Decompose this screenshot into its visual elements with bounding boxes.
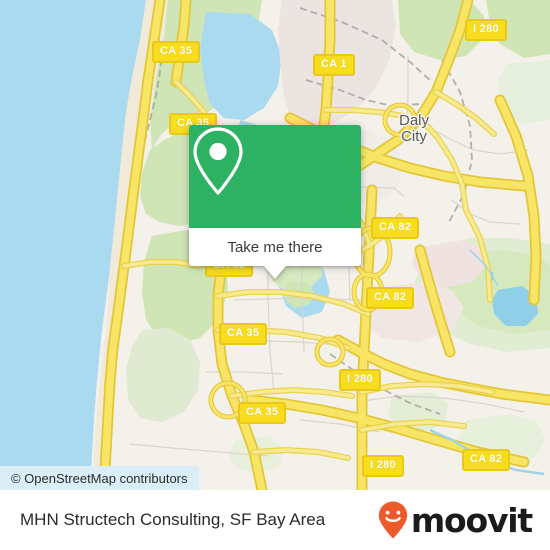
footer-bar: MHN Structech Consulting, SF Bay Area mo… xyxy=(0,490,550,550)
road-shield: CA 35 xyxy=(238,402,287,424)
place-label-line: City xyxy=(401,128,427,145)
map-canvas[interactable]: CA 35CA 1I 280CA 35CA 82CA 35CA 82CA 35I… xyxy=(0,0,550,490)
road-shield: CA 82 xyxy=(462,449,511,471)
location-title: MHN Structech Consulting, SF Bay Area xyxy=(20,510,326,529)
take-me-there-label: Take me there xyxy=(227,238,323,256)
road-shield: CA 35 xyxy=(219,323,268,345)
popup-tail xyxy=(264,266,286,279)
moovit-smiley-pin-icon xyxy=(378,501,408,539)
moovit-wordmark: moovit xyxy=(410,500,533,540)
place-label-line: Daly xyxy=(398,112,429,129)
take-me-there-button[interactable]: Take me there xyxy=(189,228,361,279)
moovit-logo[interactable]: moovit xyxy=(377,500,533,540)
place-label: Daly City xyxy=(384,113,444,145)
road-shield: I 280 xyxy=(339,369,381,391)
map-screenshot: CA 35CA 1I 280CA 35CA 82CA 35CA 82CA 35I… xyxy=(0,0,550,550)
road-shield: CA 1 xyxy=(313,54,355,76)
osm-attribution-text: © OpenStreetMap contributors xyxy=(11,470,188,486)
road-shield: CA 82 xyxy=(371,217,420,239)
osm-attribution[interactable]: © OpenStreetMap contributors xyxy=(0,466,199,490)
map-pin-icon xyxy=(193,127,243,195)
location-popup[interactable]: Take me there xyxy=(189,125,361,279)
road-shield: I 280 xyxy=(362,455,404,477)
road-shield: CA 82 xyxy=(366,287,415,309)
road-shield: I 280 xyxy=(465,19,507,41)
popup-header xyxy=(189,125,361,228)
road-shield: CA 35 xyxy=(152,41,201,63)
